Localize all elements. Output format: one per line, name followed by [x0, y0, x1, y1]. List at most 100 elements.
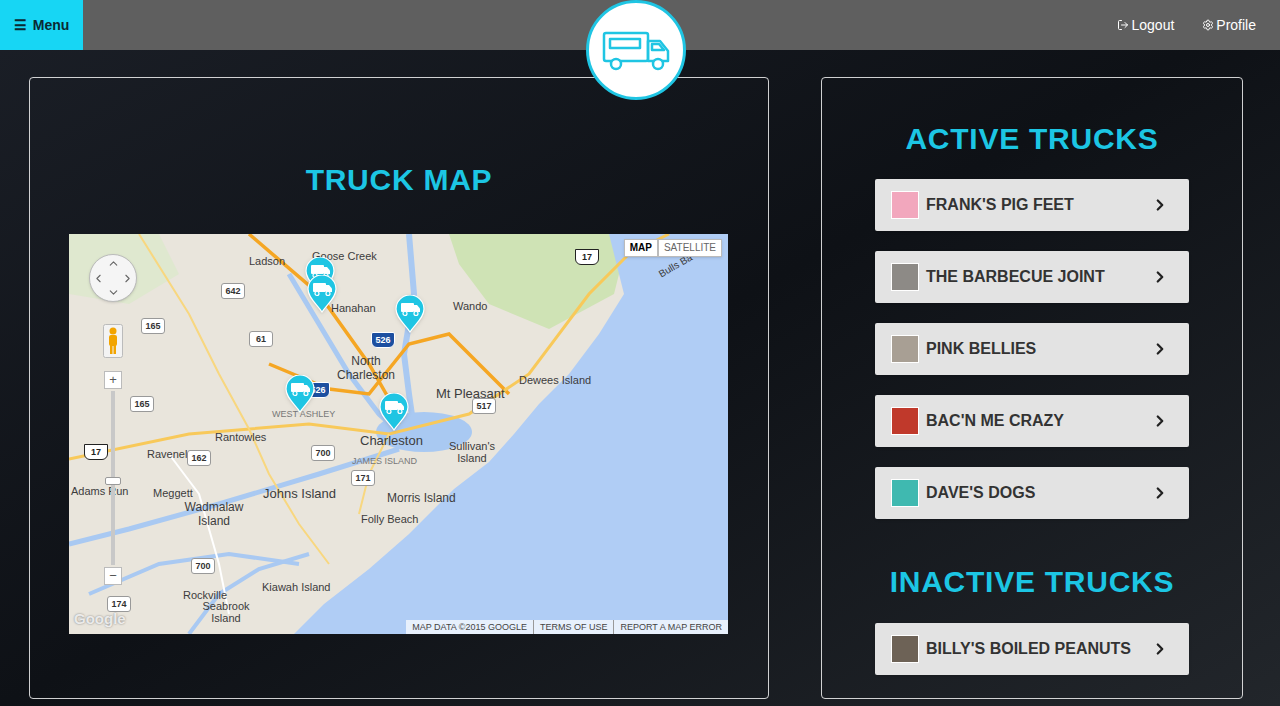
- truck-logo-icon: [600, 27, 672, 73]
- zoom-track[interactable]: [111, 391, 115, 565]
- pan-up-icon[interactable]: [107, 257, 120, 270]
- road-shield: 642: [221, 283, 245, 299]
- road-shield: 165: [141, 318, 165, 334]
- road-shield: 162: [187, 450, 211, 466]
- road-shield: 517: [472, 398, 496, 414]
- truck-map[interactable]: LadsonGoose CreekHanahanWandoNorth Charl…: [69, 234, 728, 634]
- place-label: JAMES ISLAND: [352, 455, 417, 469]
- attribution-link[interactable]: REPORT A MAP ERROR: [613, 620, 728, 634]
- logo-badge[interactable]: [586, 0, 686, 100]
- pan-down-icon[interactable]: [107, 286, 120, 299]
- logout-link[interactable]: Logout: [1117, 15, 1174, 36]
- truck-button[interactable]: FRANK'S PIG FEET: [875, 179, 1189, 231]
- truck-thumbnail: [891, 479, 919, 507]
- place-label: Adams Run: [71, 483, 128, 500]
- logout-icon: [1117, 19, 1129, 31]
- place-label: Sullivan's Island: [441, 440, 503, 464]
- truck-name: THE BARBECUE JOINT: [926, 265, 1144, 289]
- truck-thumbnail: [891, 635, 919, 663]
- truck-button[interactable]: BAC'N ME CRAZY: [875, 395, 1189, 447]
- chevron-right-icon: [1151, 340, 1169, 358]
- chevron-right-icon: [1151, 640, 1169, 658]
- place-label: Dewees Island: [519, 372, 591, 389]
- chevron-right-icon: [1151, 412, 1169, 430]
- road-shield: 165: [130, 396, 154, 412]
- truck-thumbnail: [891, 191, 919, 219]
- road-shield: 61: [249, 331, 273, 347]
- pan-right-icon[interactable]: [121, 272, 134, 285]
- zoom-out-button[interactable]: −: [104, 567, 122, 585]
- truck-pin-icon[interactable]: [285, 375, 315, 413]
- map-type-button[interactable]: MAP: [624, 239, 658, 257]
- place-label: Kiawah Island: [262, 579, 331, 596]
- trucks-panel: ACTIVE TRUCKS FRANK'S PIG FEET THE BARBECU…: [821, 77, 1243, 699]
- truck-name: BILLY'S BOILED PEANUTS: [926, 637, 1144, 661]
- truck-name: DAVE'S DOGS: [926, 481, 1144, 505]
- app: ☰MenuLogoutProfileTRUCK MAPLadsonGoose C…: [0, 0, 1280, 706]
- place-label: WEST ASHLEY: [272, 408, 335, 422]
- place-label: Seabrook Island: [193, 600, 259, 624]
- gear-icon: [1202, 19, 1214, 31]
- place-label: Rantowles: [215, 429, 266, 446]
- section-title: INACTIVE TRUCKS: [890, 566, 1175, 598]
- place-label: North Charleston: [331, 354, 401, 382]
- truck-pin-icon[interactable]: [379, 393, 409, 431]
- place-label: Charleston: [360, 431, 423, 451]
- content: TRUCK MAPLadsonGoose CreekHanahanWandoNo…: [0, 50, 1280, 699]
- section-title: ACTIVE TRUCKS: [905, 123, 1158, 155]
- truck-pin-icon[interactable]: [307, 275, 337, 313]
- truck-button[interactable]: THE BARBECUE JOINT: [875, 251, 1189, 303]
- attribution-link[interactable]: MAP DATA ©2015 GOOGLE: [406, 620, 533, 634]
- zoom-handle[interactable]: [105, 477, 121, 485]
- truck-thumbnail: [891, 335, 919, 363]
- place-label: Wadmalaw Island: [179, 500, 249, 528]
- place-label: Meggett: [153, 485, 193, 502]
- truck-button[interactable]: PINK BELLIES: [875, 323, 1189, 375]
- header-links: Logout Profile: [1117, 15, 1280, 36]
- truck-section: ACTIVE TRUCKS FRANK'S PIG FEET THE BARBECU…: [875, 123, 1189, 519]
- zoom-control[interactable]: +−: [104, 371, 122, 585]
- map-panel: TRUCK MAPLadsonGoose CreekHanahanWandoNo…: [29, 77, 769, 699]
- road-shield: 700: [191, 558, 215, 574]
- chevron-right-icon: [1151, 268, 1169, 286]
- truck-name: PINK BELLIES: [926, 337, 1144, 361]
- place-label: Morris Island: [387, 489, 456, 507]
- truck-name: BAC'N ME CRAZY: [926, 409, 1144, 433]
- road-shield: 17: [84, 444, 108, 460]
- profile-link[interactable]: Profile: [1202, 15, 1256, 36]
- truck-pin-icon[interactable]: [395, 295, 425, 333]
- place-label: Johns Island: [263, 484, 336, 504]
- pan-left-icon[interactable]: [92, 272, 105, 285]
- road-shield: 526: [371, 332, 395, 348]
- place-label: Folly Beach: [361, 511, 418, 528]
- truck-thumbnail: [891, 407, 919, 435]
- map-attribution: MAP DATA ©2015 GOOGLETERMS OF USEREPORT …: [406, 620, 728, 634]
- place-label: Hanahan: [331, 300, 376, 317]
- truck-list: BILLY'S BOILED PEANUTS: [875, 623, 1189, 675]
- chevron-right-icon: [1151, 484, 1169, 502]
- road-shield: 171: [351, 470, 375, 486]
- map-type-control: MAPSATELLITE: [624, 239, 722, 257]
- truck-list: FRANK'S PIG FEET THE BARBECUE JOINT PINK B…: [875, 179, 1189, 519]
- menu-glyph: ☰: [14, 15, 27, 36]
- pan-control[interactable]: [89, 254, 137, 302]
- road-shield: 17: [575, 249, 599, 265]
- panel-title: TRUCK MAP: [306, 164, 493, 196]
- menu-label: Menu: [33, 15, 70, 36]
- truck-button[interactable]: DAVE'S DOGS: [875, 467, 1189, 519]
- place-label: Wando: [453, 298, 487, 315]
- road-shield: 700: [311, 445, 335, 461]
- menu-button[interactable]: ☰ Menu: [0, 0, 83, 50]
- truck-name: FRANK'S PIG FEET: [926, 193, 1144, 217]
- truck-button[interactable]: BILLY'S BOILED PEANUTS: [875, 623, 1189, 675]
- truck-thumbnail: [891, 263, 919, 291]
- google-logo: Google: [74, 608, 126, 631]
- attribution-link[interactable]: TERMS OF USE: [533, 620, 614, 634]
- pegman-icon[interactable]: [103, 324, 123, 358]
- map-type-button[interactable]: SATELLITE: [658, 239, 722, 257]
- chevron-right-icon: [1151, 196, 1169, 214]
- truck-section: INACTIVE TRUCKS BILLY'S BOILED PEANUTS: [875, 566, 1189, 675]
- zoom-in-button[interactable]: +: [104, 371, 122, 389]
- place-label: Ladson: [249, 253, 285, 270]
- place-label: Ravenel: [147, 446, 187, 463]
